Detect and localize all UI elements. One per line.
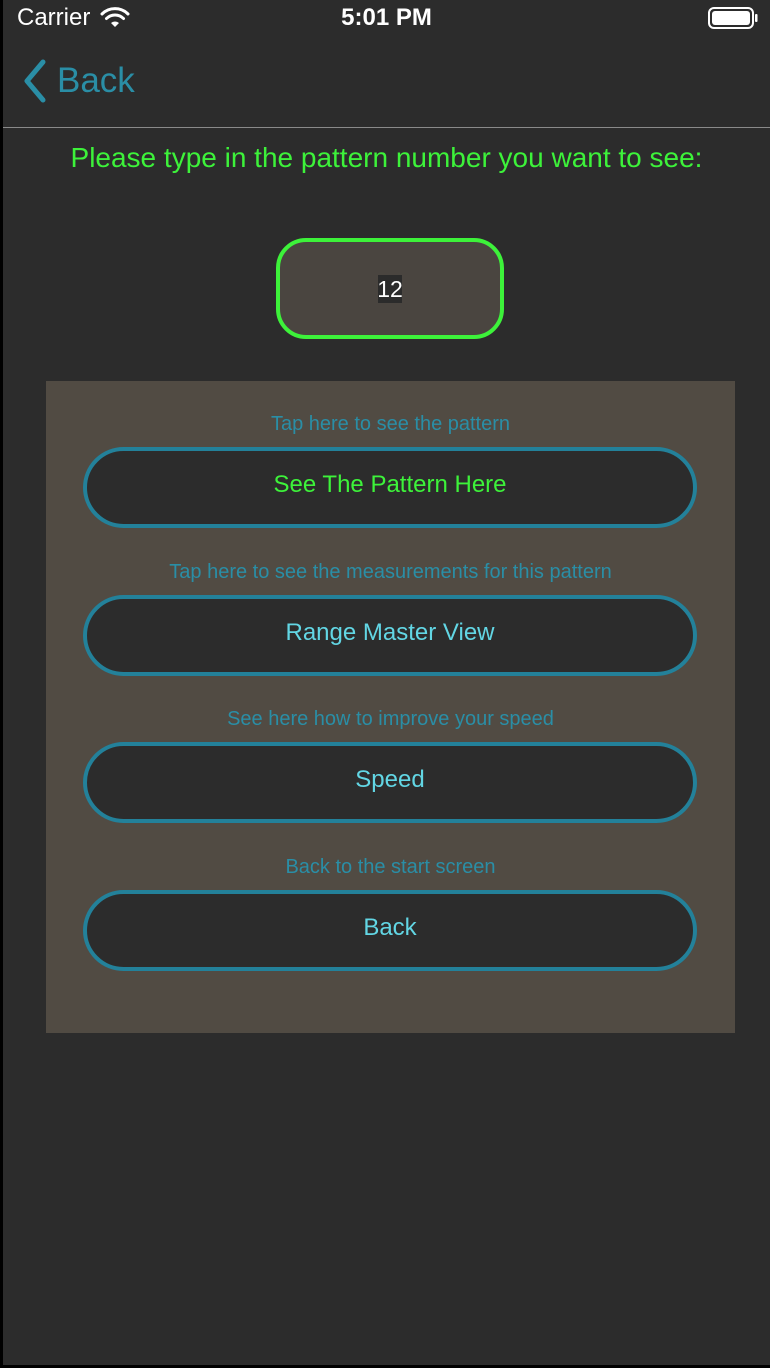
see-pattern-button[interactable]: See The Pattern Here (83, 447, 697, 528)
pattern-prompt: Please type in the pattern number you wa… (70, 142, 703, 173)
range-master-label: Range Master View (285, 618, 495, 646)
back-to-start-hint: Back to the start screen (285, 856, 496, 878)
speed-button[interactable]: Speed (83, 742, 697, 823)
actions-panel: Tap here to see the pattern See The Patt… (46, 381, 735, 1033)
app-screen: Carrier 5:01 PM Back Please type in the … (0, 0, 770, 1368)
battery-icon (708, 7, 758, 29)
see-pattern-label: See The Pattern Here (273, 470, 507, 498)
status-bar: Carrier 5:01 PM (3, 0, 770, 40)
speed-hint: See here how to improve your speed (227, 708, 554, 730)
back-to-start-button[interactable]: Back (83, 890, 697, 971)
nav-back-label: Back (57, 61, 135, 100)
nav-back-button[interactable]: Back (21, 58, 135, 104)
status-time: 5:01 PM (341, 4, 432, 31)
chevron-left-icon (24, 59, 46, 103)
navigation-bar: Back (3, 40, 770, 128)
back-to-start-label: Back (363, 913, 417, 941)
range-master-hint: Tap here to see the measurements for thi… (169, 561, 612, 583)
input-selection-highlight (378, 275, 402, 303)
see-pattern-hint: Tap here to see the pattern (270, 413, 511, 435)
speed-label: Speed (355, 765, 425, 793)
range-master-button[interactable]: Range Master View (83, 595, 697, 676)
